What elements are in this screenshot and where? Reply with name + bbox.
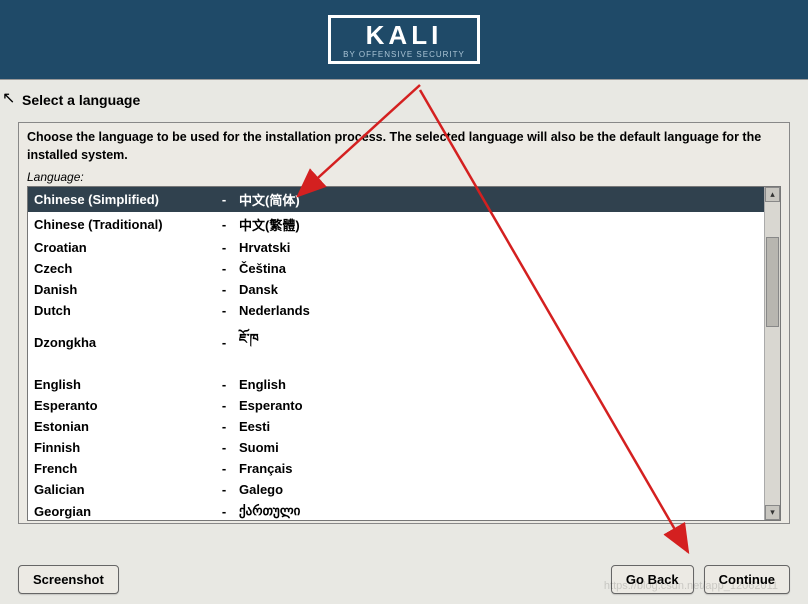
language-name: Dutch [34,303,209,318]
language-row[interactable]: Chinese (Simplified)-中文(简体) [28,187,764,212]
logo-subtitle: BY OFFENSIVE SECURITY [343,50,465,59]
scroll-track[interactable] [765,202,780,505]
language-native: ქართული [239,503,758,519]
language-native: Suomi [239,440,758,455]
language-row[interactable]: Finnish-Suomi [28,437,764,458]
language-row[interactable]: Dzongkha-ཇོ་ཁ [28,321,764,364]
language-row[interactable]: Galician-Galego [28,479,764,500]
language-list-container: Chinese (Simplified)-中文(简体)Chinese (Trad… [27,186,781,521]
dash-separator: - [209,377,239,392]
language-native: Eesti [239,419,758,434]
language-native: Galego [239,482,758,497]
instructions-text: Choose the language to be used for the i… [27,129,781,164]
field-label: Language: [27,170,781,184]
screenshot-button[interactable]: Screenshot [18,565,119,594]
language-list[interactable]: Chinese (Simplified)-中文(简体)Chinese (Trad… [28,187,764,520]
language-name: Esperanto [34,398,209,413]
scrollbar[interactable]: ▴ ▾ [764,187,780,520]
language-native: 中文(繁體) [239,215,758,234]
language-row[interactable]: Estonian-Eesti [28,416,764,437]
language-name: Georgian [34,504,209,519]
language-name: French [34,461,209,476]
go-back-button[interactable]: Go Back [611,565,694,594]
list-spacer [28,364,764,374]
language-row[interactable]: Croatian-Hrvatski [28,237,764,258]
language-native: Čeština [239,261,758,276]
dash-separator: - [209,282,239,297]
language-native: Hrvatski [239,240,758,255]
dash-separator: - [209,192,239,207]
dash-separator: - [209,504,239,519]
scroll-up-icon[interactable]: ▴ [765,187,780,202]
language-row[interactable]: Esperanto-Esperanto [28,395,764,416]
language-row[interactable]: French-Français [28,458,764,479]
language-name: Czech [34,261,209,276]
scroll-thumb[interactable] [766,237,779,327]
language-native: Français [239,461,758,476]
footer: Screenshot Go Back Continue [18,565,790,594]
language-row[interactable]: English-English [28,374,764,395]
scroll-down-icon[interactable]: ▾ [765,505,780,520]
language-native: Esperanto [239,398,758,413]
banner: KALI BY OFFENSIVE SECURITY [0,0,808,80]
language-native: English [239,377,758,392]
language-native: Nederlands [239,303,758,318]
content-area: Select a language Choose the language to… [0,80,808,530]
dash-separator: - [209,240,239,255]
language-name: Croatian [34,240,209,255]
language-row[interactable]: Chinese (Traditional)-中文(繁體) [28,212,764,237]
language-name: Chinese (Traditional) [34,217,209,232]
language-native: 中文(简体) [239,190,758,209]
language-row[interactable]: Czech-Čeština [28,258,764,279]
language-name: English [34,377,209,392]
dash-separator: - [209,419,239,434]
language-name: Chinese (Simplified) [34,192,209,207]
language-panel: Choose the language to be used for the i… [18,122,790,524]
language-native: ཇོ་ཁ [239,324,758,361]
language-name: Estonian [34,419,209,434]
language-row[interactable]: Georgian-ქართული [28,500,764,520]
dash-separator: - [209,482,239,497]
language-name: Finnish [34,440,209,455]
kali-logo: KALI BY OFFENSIVE SECURITY [328,15,480,64]
dash-separator: - [209,461,239,476]
language-native: Dansk [239,282,758,297]
continue-button[interactable]: Continue [704,565,790,594]
language-row[interactable]: Dutch-Nederlands [28,300,764,321]
language-name: Dzongkha [34,335,209,350]
dash-separator: - [209,217,239,232]
logo-text: KALI [366,22,443,48]
language-name: Galician [34,482,209,497]
dash-separator: - [209,335,239,350]
page-title: Select a language [22,92,790,108]
language-row[interactable]: Danish-Dansk [28,279,764,300]
language-name: Danish [34,282,209,297]
dash-separator: - [209,398,239,413]
dash-separator: - [209,440,239,455]
dash-separator: - [209,303,239,318]
dash-separator: - [209,261,239,276]
